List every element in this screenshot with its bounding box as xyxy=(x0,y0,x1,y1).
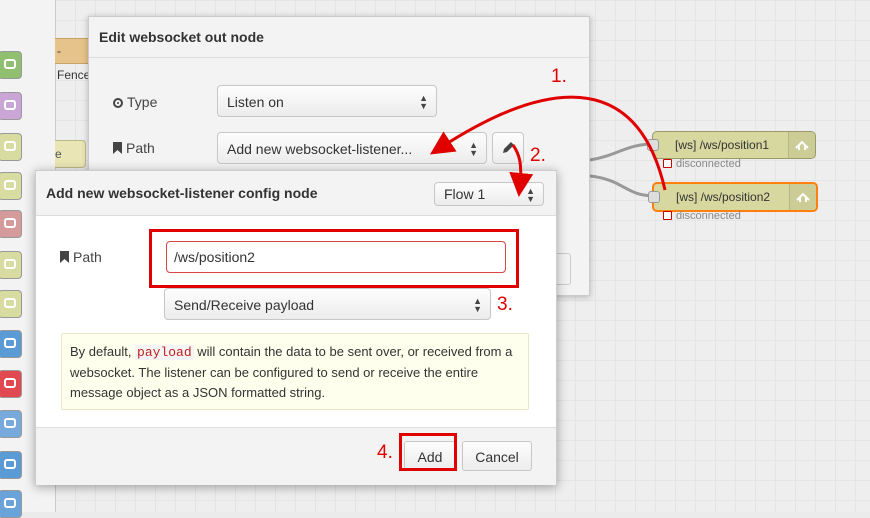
step-1-label: 1. xyxy=(551,66,567,87)
step-2-label: 2. xyxy=(530,145,546,166)
annotation-arrows xyxy=(429,95,667,197)
step-4-label: 4. xyxy=(377,442,393,463)
step-3-label: 3. xyxy=(497,294,513,315)
arrow-to-scope-select xyxy=(509,144,534,197)
arrow-to-path-select xyxy=(429,95,667,191)
